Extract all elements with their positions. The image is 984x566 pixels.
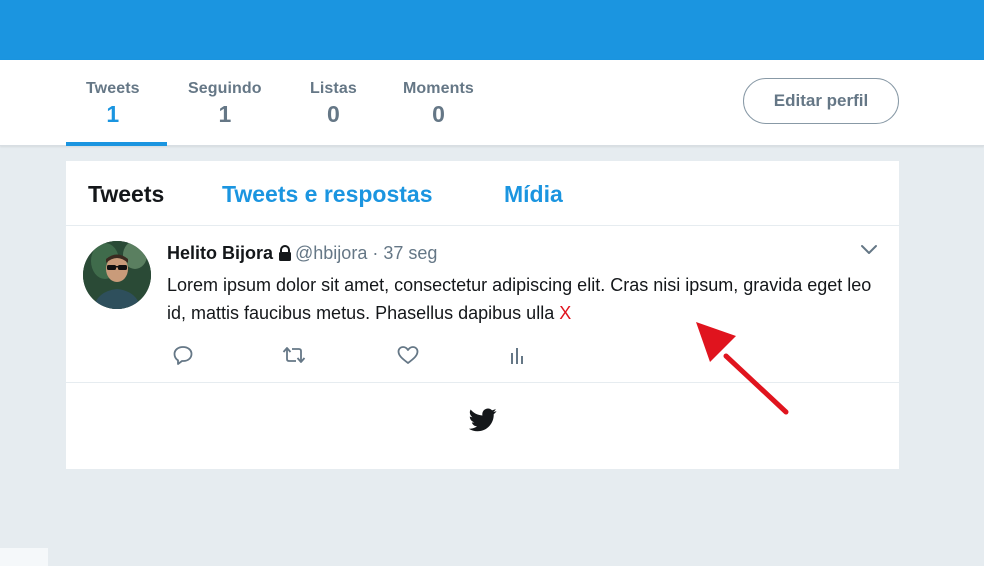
like-icon[interactable] [396,344,420,371]
stat-listas-label: Listas [310,80,357,97]
stat-listas-value: 0 [327,101,340,127]
retweet-icon[interactable] [281,344,307,371]
twitter-bird-icon [468,408,497,437]
stat-moments-value: 0 [432,101,445,127]
top-header-bar [0,0,984,60]
stat-seguindo-label: Seguindo [188,80,262,97]
tweet-author-handle[interactable]: @hbijora [295,243,367,263]
tab-tweets-e-respostas[interactable]: Tweets e respostas [222,181,433,208]
annotation-x-mark: X [559,303,572,323]
edit-profile-button[interactable]: Editar perfil [743,78,899,124]
tweet-author-name[interactable]: Helito Bijora [167,243,273,263]
stat-seguindo-value: 1 [218,101,232,127]
stat-seguindo[interactable]: Seguindo 1 [188,80,262,128]
tab-midia[interactable]: Mídia [504,181,563,208]
tab-tweets[interactable]: Tweets [88,181,164,208]
chevron-down-icon[interactable] [860,243,878,261]
bottom-left-corner [0,548,48,566]
analytics-icon[interactable] [508,344,526,371]
active-stat-underline [66,142,167,146]
annotation-arrow-icon [690,318,800,423]
stat-moments-label: Moments [403,80,474,97]
stat-tweets-label: Tweets [86,80,140,97]
tweet-text: Lorem ipsum dolor sit amet, consectetur … [167,275,872,323]
stat-moments[interactable]: Moments 0 [403,80,474,128]
stat-listas[interactable]: Listas 0 [310,80,357,128]
tweet-header: Helito Bijora @hbijora · 37 seg [167,243,437,266]
stat-tweets[interactable]: Tweets 1 [86,80,140,128]
timeline-tabs: Tweets Tweets e respostas Mídia [66,161,899,226]
reply-icon[interactable] [172,344,194,371]
tweet-timestamp[interactable]: 37 seg [383,243,437,263]
lock-icon [278,245,292,266]
tweet-header-separator: · [372,243,379,263]
stat-tweets-value: 1 [106,101,120,127]
avatar[interactable] [83,241,151,309]
avatar-photo [83,241,151,309]
